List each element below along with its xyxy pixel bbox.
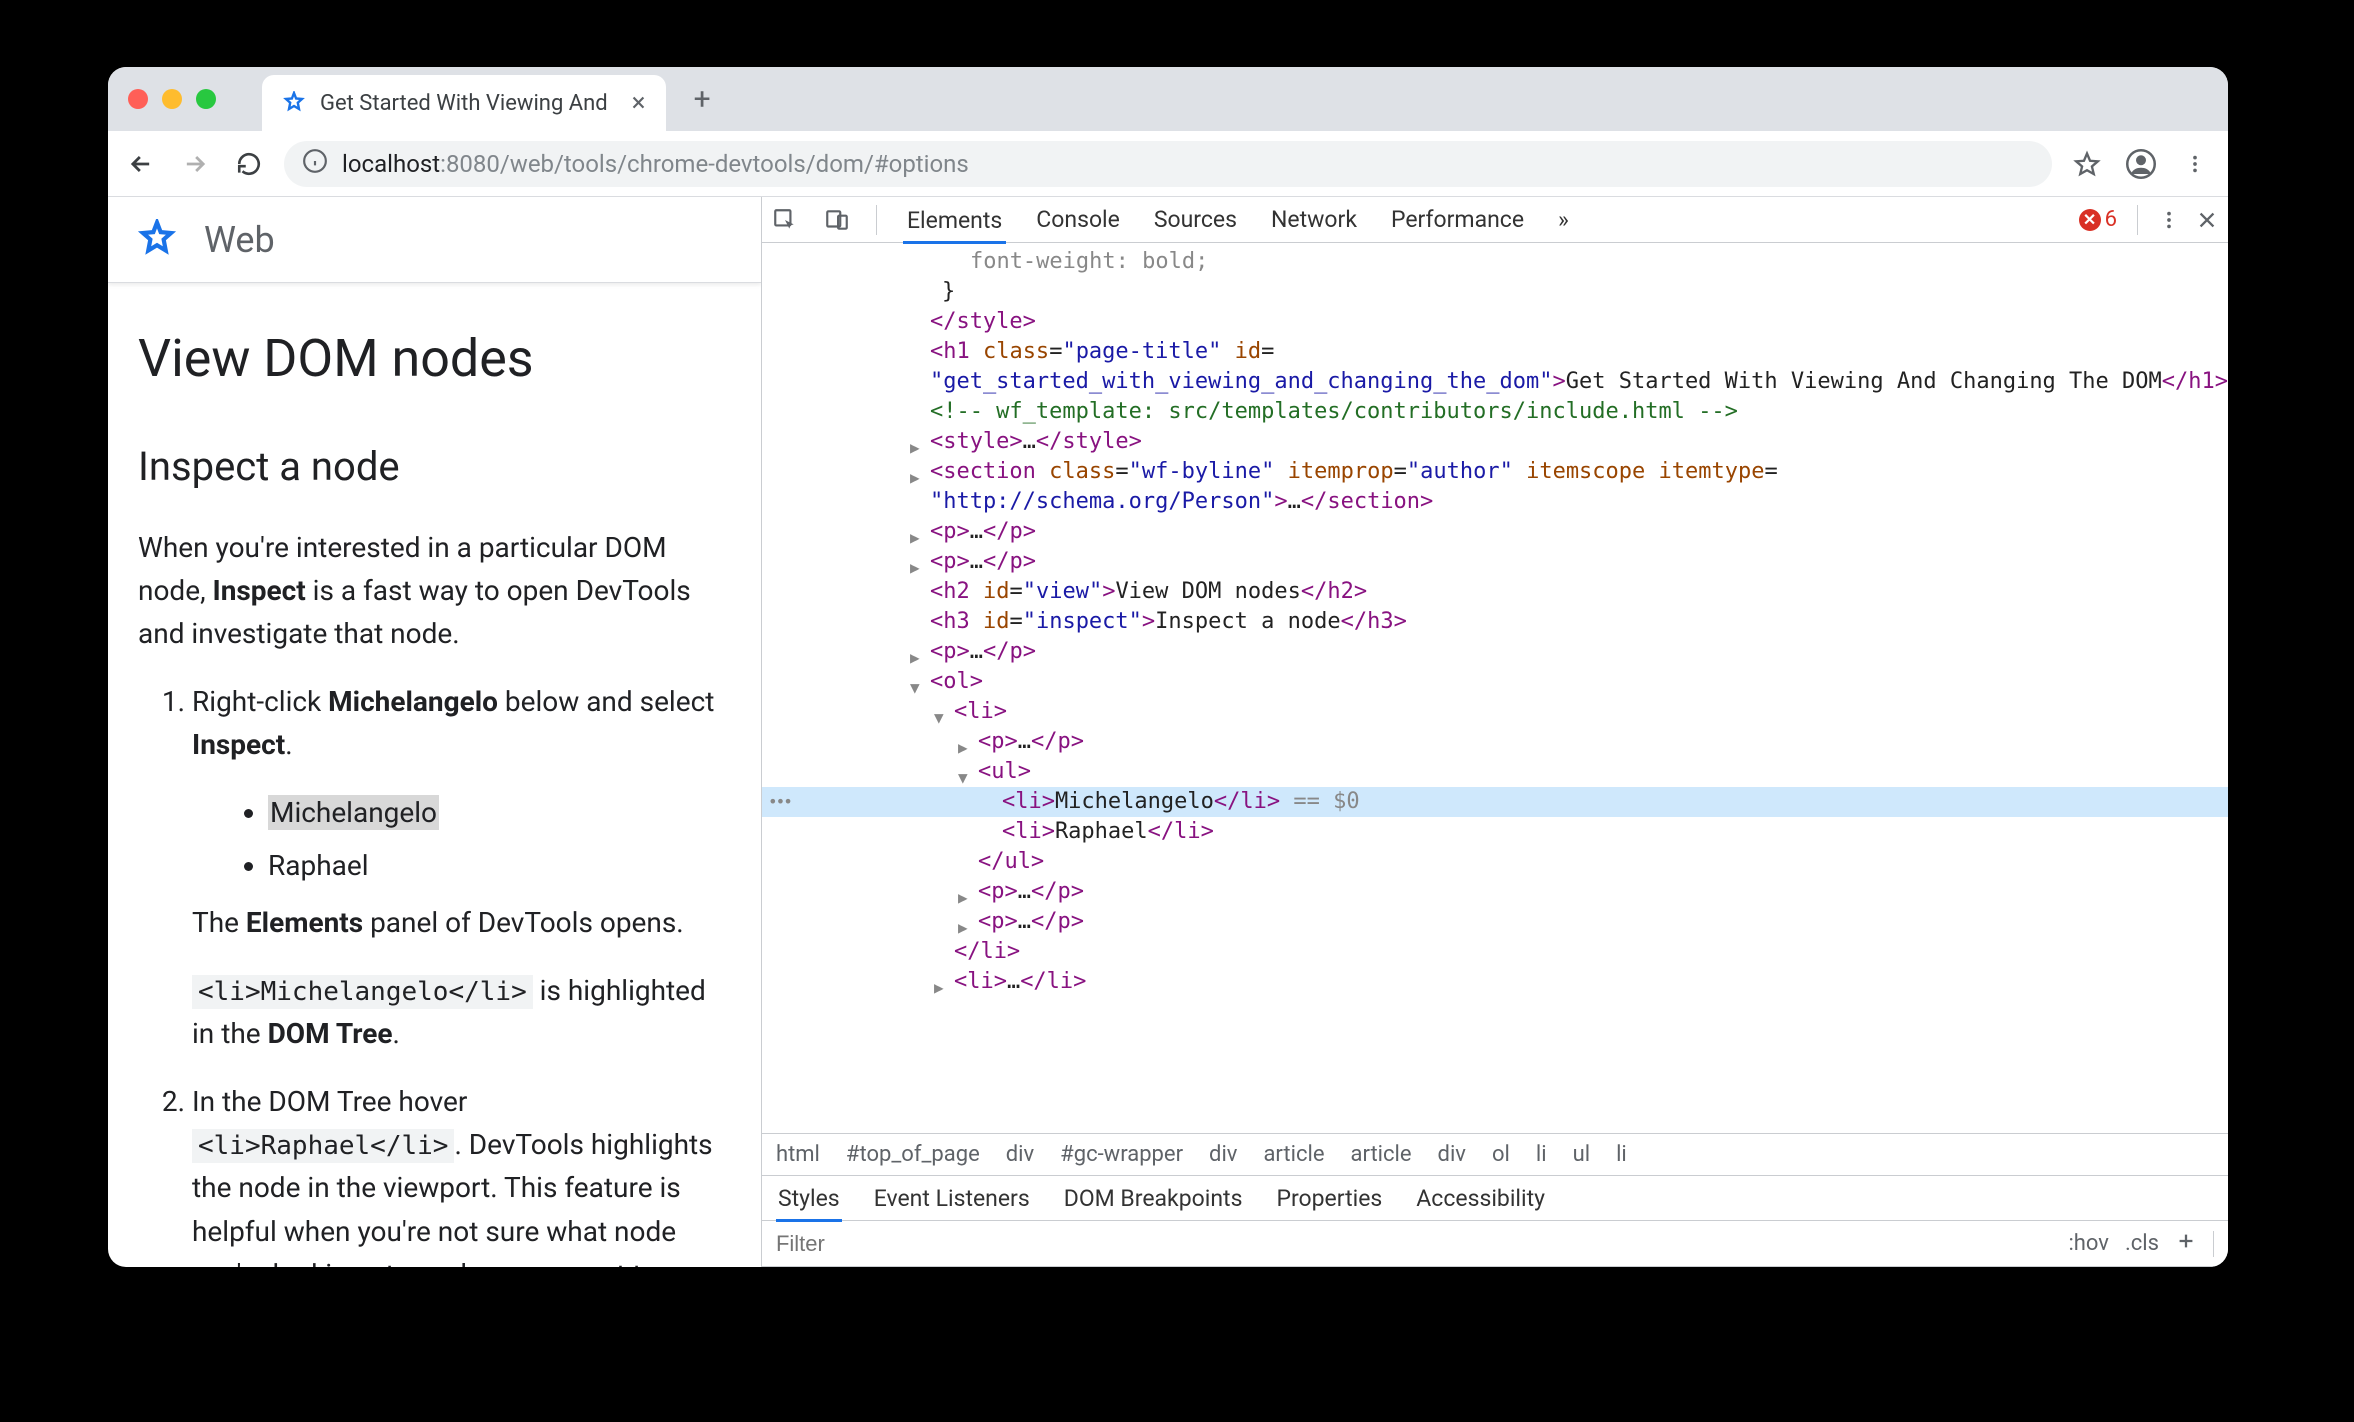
url-text: localhost:8080/web/tools/chrome-devtools… — [342, 150, 969, 178]
dom-line[interactable]: } — [762, 277, 2228, 307]
crumb-item[interactable]: div — [1006, 1142, 1034, 1167]
page-pane: Web View DOM nodes Inspect a node When y… — [108, 197, 761, 1267]
intro-paragraph: When you're interested in a particular D… — [138, 526, 731, 656]
dom-line[interactable]: </ul> — [762, 847, 2228, 877]
breadcrumb: html #top_of_page div #gc-wrapper div ar… — [762, 1133, 2228, 1175]
code-inline: <li>Raphael</li> — [192, 1129, 454, 1163]
tab-styles[interactable]: Styles — [776, 1177, 842, 1222]
crumb-item[interactable]: article — [1263, 1142, 1324, 1167]
crumb-item[interactable]: #top_of_page — [846, 1142, 980, 1167]
list-item[interactable]: Michelangelo — [268, 791, 731, 834]
new-style-rule-button[interactable] — [2175, 1230, 2197, 1258]
hov-toggle[interactable]: :hov — [2068, 1231, 2109, 1256]
dom-line[interactable]: ▶<li>…</li> — [762, 967, 2228, 997]
dom-line[interactable]: </li> — [762, 937, 2228, 967]
dom-line-selected[interactable]: <li>Michelangelo</li> == $0 — [762, 787, 2228, 817]
dom-line[interactable]: ▶<p>…</p> — [762, 907, 2228, 937]
bookmark-star-icon[interactable] — [2068, 145, 2106, 183]
site-info-icon[interactable] — [302, 148, 328, 180]
dom-line[interactable]: ▶<p>…</p> — [762, 877, 2228, 907]
crumb-item[interactable]: html — [776, 1142, 820, 1167]
error-badge[interactable]: ✕6 — [2079, 207, 2117, 232]
reload-button[interactable] — [230, 145, 268, 183]
tab-event-listeners[interactable]: Event Listeners — [872, 1177, 1032, 1220]
new-tab-button[interactable]: + — [694, 82, 711, 117]
browser-menu-icon[interactable] — [2176, 145, 2214, 183]
tab-dom-breakpoints[interactable]: DOM Breakpoints — [1062, 1177, 1245, 1220]
device-toggle-icon[interactable] — [824, 207, 850, 233]
address-bar[interactable]: localhost:8080/web/tools/chrome-devtools… — [284, 141, 2052, 187]
devtools-close-icon[interactable] — [2196, 209, 2218, 231]
page-header-label: Web — [204, 219, 275, 261]
maximize-window-button[interactable] — [196, 89, 216, 109]
devtools-menu-icon[interactable] — [2158, 209, 2180, 231]
tab-console[interactable]: Console — [1032, 198, 1124, 241]
page-header: Web — [108, 197, 761, 283]
inspect-element-icon[interactable] — [772, 207, 798, 233]
dom-line[interactable]: ▶<p>…</p> — [762, 727, 2228, 757]
dom-line[interactable]: <h3 id="inspect">Inspect a node</h3> — [762, 607, 2228, 637]
minimize-window-button[interactable] — [162, 89, 182, 109]
favicon-icon — [282, 91, 306, 115]
step-2: In the DOM Tree hover <li>Raphael</li>. … — [192, 1080, 731, 1268]
code-inline: <li>Michelangelo</li> — [192, 975, 533, 1009]
traffic-lights — [128, 89, 216, 109]
styles-filter-input[interactable] — [776, 1231, 2053, 1257]
dom-line[interactable]: ▶<p>…</p> — [762, 637, 2228, 667]
list-item[interactable]: Raphael — [268, 844, 731, 887]
crumb-item[interactable]: ol — [1492, 1142, 1510, 1167]
profile-avatar-icon[interactable] — [2122, 145, 2160, 183]
tab-sources[interactable]: Sources — [1150, 198, 1241, 241]
dom-line[interactable]: ▼<ul> — [762, 757, 2228, 787]
back-button[interactable] — [122, 145, 160, 183]
styles-filter-bar: :hov .cls — [762, 1221, 2228, 1267]
tab-accessibility[interactable]: Accessibility — [1414, 1177, 1547, 1220]
toolbar: localhost:8080/web/tools/chrome-devtools… — [108, 131, 2228, 197]
step-1: Right-click Michelangelo below and selec… — [192, 680, 731, 1056]
close-window-button[interactable] — [128, 89, 148, 109]
dom-line[interactable]: font-weight: bold; — [762, 247, 2228, 277]
tab-bar: Get Started With Viewing And × + — [108, 67, 2228, 131]
forward-button[interactable] — [176, 145, 214, 183]
dom-line[interactable]: ▼<li> — [762, 697, 2228, 727]
crumb-item[interactable]: div — [1209, 1142, 1237, 1167]
tabs-overflow[interactable]: » — [1554, 198, 1573, 241]
dom-line[interactable]: ▶<p>…</p> — [762, 517, 2228, 547]
browser-tab[interactable]: Get Started With Viewing And × — [262, 75, 666, 131]
dom-line[interactable]: <h1 class="page-title" id= — [762, 337, 2228, 367]
dom-line[interactable]: <h2 id="view">View DOM nodes</h2> — [762, 577, 2228, 607]
dom-line[interactable]: ▶<section class="wf-byline" itemprop="au… — [762, 457, 2228, 487]
section-heading: View DOM nodes — [138, 319, 731, 400]
crumb-item[interactable]: li — [1536, 1142, 1547, 1167]
dom-line[interactable]: "get_started_with_viewing_and_changing_t… — [762, 367, 2228, 397]
crumb-item[interactable]: li — [1616, 1142, 1627, 1167]
cls-toggle[interactable]: .cls — [2125, 1231, 2159, 1256]
tab-properties[interactable]: Properties — [1274, 1177, 1384, 1220]
dom-line[interactable]: <!-- wf_template: src/templates/contribu… — [762, 397, 2228, 427]
dom-line[interactable]: ▼<ol> — [762, 667, 2228, 697]
expand-triangle-icon[interactable]: ▶ — [934, 973, 944, 1003]
crumb-item[interactable]: div — [1438, 1142, 1466, 1167]
devtools-tabs: Elements Console Sources Network Perform… — [762, 197, 2228, 243]
crumb-item[interactable]: #gc-wrapper — [1060, 1142, 1183, 1167]
dom-line[interactable]: ▶<p>…</p> — [762, 547, 2228, 577]
crumb-item[interactable]: article — [1351, 1142, 1412, 1167]
tab-performance[interactable]: Performance — [1387, 198, 1528, 241]
close-tab-button[interactable]: × — [632, 88, 646, 118]
devtools-pane: Elements Console Sources Network Perform… — [761, 197, 2228, 1267]
crumb-item[interactable]: ul — [1573, 1142, 1590, 1167]
browser-window: Get Started With Viewing And × + localho… — [108, 67, 2228, 1267]
styles-tabs: Styles Event Listeners DOM Breakpoints P… — [762, 1175, 2228, 1221]
article: View DOM nodes Inspect a node When you'r… — [108, 283, 761, 1267]
dom-line[interactable]: <li>Raphael</li> — [762, 817, 2228, 847]
dom-line[interactable]: ▶<style>…</style> — [762, 427, 2228, 457]
tab-elements[interactable]: Elements — [903, 199, 1006, 244]
dom-line[interactable]: </style> — [762, 307, 2228, 337]
dom-line[interactable]: "http://schema.org/Person">…</section> — [762, 487, 2228, 517]
tab-title: Get Started With Viewing And — [320, 91, 608, 116]
tab-network[interactable]: Network — [1267, 198, 1361, 241]
site-logo-icon — [136, 219, 178, 261]
dom-tree[interactable]: font-weight: bold; } </style> <h1 class=… — [762, 243, 2228, 1133]
subsection-heading: Inspect a node — [138, 436, 731, 498]
